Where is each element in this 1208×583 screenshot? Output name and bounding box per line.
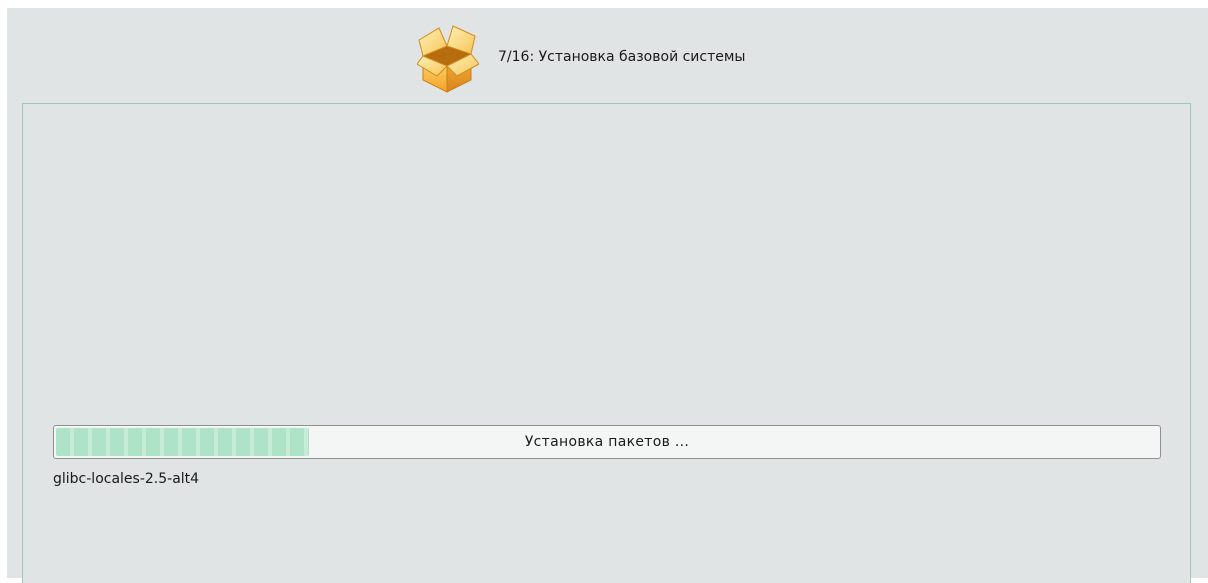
current-package-label: glibc-locales-2.5-alt4 (53, 471, 200, 487)
installer-window: 7/16: Установка базовой системы Установк… (7, 8, 1208, 583)
step-title: 7/16: Установка базовой системы (498, 49, 746, 65)
install-progress-bar: Установка пакетов ... (53, 425, 1161, 459)
progress-label: Установка пакетов ... (524, 434, 690, 450)
step-header: 7/16: Установка базовой системы (7, 8, 1208, 104)
package-box-icon (416, 22, 480, 96)
content-panel: Установка пакетов ... glibc-locales-2.5-… (22, 103, 1191, 583)
